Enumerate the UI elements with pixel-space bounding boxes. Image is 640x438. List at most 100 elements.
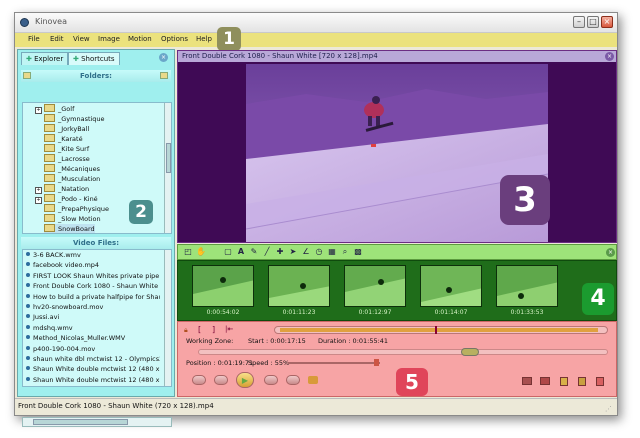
expand-icon[interactable]: +	[35, 107, 42, 114]
file-label: Shaun White double mctwist 12 (480 x 360…	[33, 375, 160, 384]
list-item[interactable]: Shaun White double mctwist 12 (480 x 360…	[26, 365, 160, 375]
speed-slider[interactable]	[288, 359, 380, 366]
tab-explorer[interactable]: ✚ Explorer	[21, 52, 69, 65]
panel-close-icon[interactable]: ×	[159, 53, 168, 62]
list-item[interactable]: p400-190-004.mov	[26, 345, 160, 355]
toolbar-close-icon[interactable]: ×	[606, 248, 615, 257]
tree-item[interactable]: + _Podo - Kiné	[35, 194, 98, 204]
color-profile-icon[interactable]: ▩	[353, 247, 363, 257]
arrow-icon[interactable]: ➤	[288, 247, 298, 257]
zone-start-icon[interactable]: [	[198, 325, 201, 334]
folder-icon	[44, 204, 55, 212]
list-item[interactable]: Jussi.avi	[26, 313, 160, 323]
folder-icon	[44, 154, 55, 162]
tree-item[interactable]: _JorkyBall	[44, 124, 89, 134]
menu-help[interactable]: Help	[196, 35, 212, 43]
menu-options[interactable]: Options	[161, 35, 188, 43]
tree-item-selected[interactable]: SnowBoard	[44, 224, 95, 233]
zone-end-icon[interactable]: ]	[212, 325, 215, 334]
folder-tree-scrollbar[interactable]	[164, 103, 171, 233]
cross-icon[interactable]: ✚	[275, 247, 285, 257]
tree-item[interactable]: + _Golf	[35, 104, 74, 114]
snapshot-icon[interactable]	[522, 377, 532, 385]
scrollbar-thumb[interactable]	[166, 143, 171, 173]
working-zone-duration: Duration : 0:01:55:41	[318, 337, 389, 345]
tab-explorer-label: Explorer	[34, 55, 64, 63]
save-video-icon[interactable]	[560, 377, 568, 386]
list-item[interactable]: Front Double Cork 1080 - Shaun White (72…	[26, 282, 160, 292]
keyframe-thumbnail[interactable]	[268, 265, 330, 307]
keyframe-thumbnail[interactable]	[344, 265, 406, 307]
maximize-button[interactable]: □	[587, 16, 599, 28]
first-frame-button[interactable]	[192, 375, 206, 385]
close-button[interactable]: ×	[601, 16, 613, 28]
keyframe-thumbnail[interactable]	[496, 265, 558, 307]
position-slider[interactable]	[198, 348, 608, 356]
pencil-icon[interactable]: ✎	[249, 247, 259, 257]
line-icon[interactable]: ╱	[262, 247, 272, 257]
tree-item[interactable]: _PrepaPhysique	[44, 204, 109, 214]
grid-icon[interactable]: ▦	[327, 247, 337, 257]
minimize-button[interactable]: –	[573, 16, 585, 28]
chrono-icon[interactable]: ◷	[314, 247, 324, 257]
tree-item[interactable]: _Kite Surf	[44, 144, 89, 154]
tree-item[interactable]: _Karaté	[44, 134, 83, 144]
add-shortcut-icon[interactable]	[23, 72, 31, 79]
menu-image[interactable]: Image	[98, 35, 120, 43]
previous-frame-button[interactable]	[214, 375, 228, 385]
thumbnail-image	[193, 266, 253, 306]
keyframe-thumbnail[interactable]	[192, 265, 254, 307]
new-keyframe-icon[interactable]: ◰	[183, 247, 193, 257]
expand-icon[interactable]: +	[35, 197, 42, 204]
video-file-icon	[26, 345, 30, 350]
list-item[interactable]: Shaun White double mctwist 12 (480 x 360…	[26, 376, 160, 386]
tab-shortcuts[interactable]: ✚ Shortcuts	[68, 52, 120, 65]
menu-edit[interactable]: Edit	[50, 35, 64, 43]
play-button[interactable]: ▶	[236, 372, 254, 388]
last-frame-button[interactable]	[286, 375, 300, 385]
list-item[interactable]: shaun white dbl mctwist 12 - Olympics201…	[26, 355, 160, 365]
list-item[interactable]: mdshq.wmv	[26, 324, 160, 334]
list-item[interactable]: FIRST LOOK Shaun Whites private pipe - R…	[26, 272, 160, 282]
remove-shortcut-icon[interactable]	[160, 72, 168, 79]
tree-item[interactable]: _Lacrosse	[44, 154, 90, 164]
zone-reset-icon[interactable]: |⇤	[225, 325, 233, 333]
position-thumb[interactable]	[461, 348, 479, 356]
magnifier-icon[interactable]: ⌕	[340, 247, 350, 257]
tree-item[interactable]: + _Natation	[35, 184, 89, 194]
working-zone-slider[interactable]	[274, 326, 608, 334]
resize-grip-icon[interactable]: ⋰	[605, 405, 612, 413]
list-item[interactable]: How to build a private halfpipe for Shau…	[26, 293, 160, 303]
record-video-icon[interactable]	[540, 377, 550, 385]
tree-item[interactable]: _Musculation	[44, 174, 100, 184]
loop-icon[interactable]	[308, 376, 318, 384]
explorer-icon: ✚	[26, 55, 35, 63]
tree-item[interactable]: _Mécaniques	[44, 164, 100, 174]
viewer-close-icon[interactable]: ×	[605, 52, 614, 61]
text-icon[interactable]: A	[236, 247, 246, 257]
export-data-icon[interactable]	[596, 377, 604, 386]
menu-bar: File Edit View Image Motion Options Help	[15, 33, 617, 47]
tree-item[interactable]: _Gymnastique	[44, 114, 105, 124]
menu-motion[interactable]: Motion	[128, 35, 152, 43]
menu-file[interactable]: File	[28, 35, 40, 43]
list-item[interactable]: Method_Nicolas_Muller.WMV	[26, 334, 160, 344]
list-item[interactable]: 3-6 BACK.wmv	[26, 251, 160, 261]
file-list-scrollbar[interactable]	[164, 250, 171, 386]
tree-item[interactable]: _Slow Motion	[44, 214, 101, 224]
comment-icon[interactable]: ▢	[223, 247, 233, 257]
lock-icon[interactable]: 🔒︎	[184, 326, 188, 335]
app-icon	[20, 18, 29, 27]
speed-thumb[interactable]	[374, 359, 379, 366]
file-list-hscrollbar[interactable]	[22, 417, 172, 427]
export-icon[interactable]	[578, 377, 586, 386]
menu-view[interactable]: View	[73, 35, 90, 43]
list-item[interactable]: hv20-snowboard.mov	[26, 303, 160, 313]
expand-icon[interactable]: +	[35, 187, 42, 194]
hscrollbar-thumb[interactable]	[33, 419, 128, 425]
list-item[interactable]: facebook video.mp4	[26, 261, 160, 271]
keyframe-thumbnail[interactable]	[420, 265, 482, 307]
next-frame-button[interactable]	[264, 375, 278, 385]
hand-icon[interactable]: ✋	[196, 247, 206, 257]
angle-icon[interactable]: ∠	[301, 247, 311, 257]
